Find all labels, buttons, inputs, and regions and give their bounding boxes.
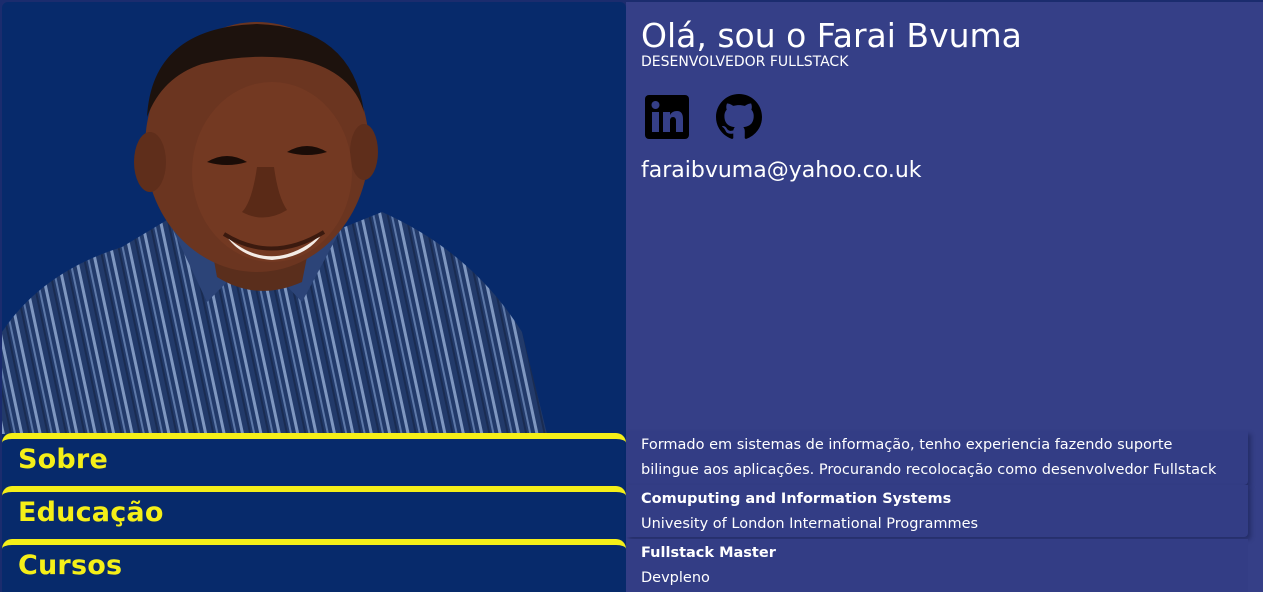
job-title: DESENVOLVEDOR FULLSTACK bbox=[641, 54, 849, 70]
nav-item-label: Cursos bbox=[18, 550, 123, 581]
nav-item-educacao[interactable]: Educação bbox=[2, 486, 626, 538]
section-educacao: Comuputing and Information Systems Unive… bbox=[626, 485, 1248, 537]
course-institution: Devpleno bbox=[641, 570, 710, 586]
course-title: Fullstack Master bbox=[641, 545, 776, 561]
left-panel: Sobre Educação Cursos bbox=[2, 2, 626, 592]
about-text-line: Formado em sistemas de informação, tenho… bbox=[641, 437, 1173, 453]
education-institution: Univesity of London International Progra… bbox=[641, 516, 979, 532]
page: Sobre Educação Cursos Olá, sou o Farai B… bbox=[0, 0, 1263, 592]
social-links bbox=[644, 94, 762, 140]
nav-item-sobre[interactable]: Sobre bbox=[2, 433, 626, 485]
profile-photo bbox=[2, 22, 547, 434]
nav-item-cursos[interactable]: Cursos bbox=[2, 539, 626, 591]
linkedin-icon bbox=[645, 95, 689, 139]
nav-item-label: Educação bbox=[18, 497, 164, 528]
github-icon bbox=[716, 94, 762, 139]
nav-item-label: Sobre bbox=[18, 444, 108, 475]
education-title: Comuputing and Information Systems bbox=[641, 491, 952, 507]
about-text-line: bilingue aos aplicações. Procurando reco… bbox=[641, 462, 1217, 478]
email-link[interactable]: faraibvuma@yahoo.co.uk bbox=[641, 158, 922, 183]
linkedin-link[interactable] bbox=[644, 94, 690, 140]
section-sobre: Formado em sistemas de informação, tenho… bbox=[626, 431, 1248, 485]
section-cursos: Fullstack Master Devpleno bbox=[626, 539, 1248, 592]
github-link[interactable] bbox=[716, 94, 762, 140]
right-panel: Olá, sou o Farai Bvuma DESENVOLVEDOR FUL… bbox=[626, 2, 1263, 592]
page-title: Olá, sou o Farai Bvuma bbox=[641, 16, 1022, 55]
